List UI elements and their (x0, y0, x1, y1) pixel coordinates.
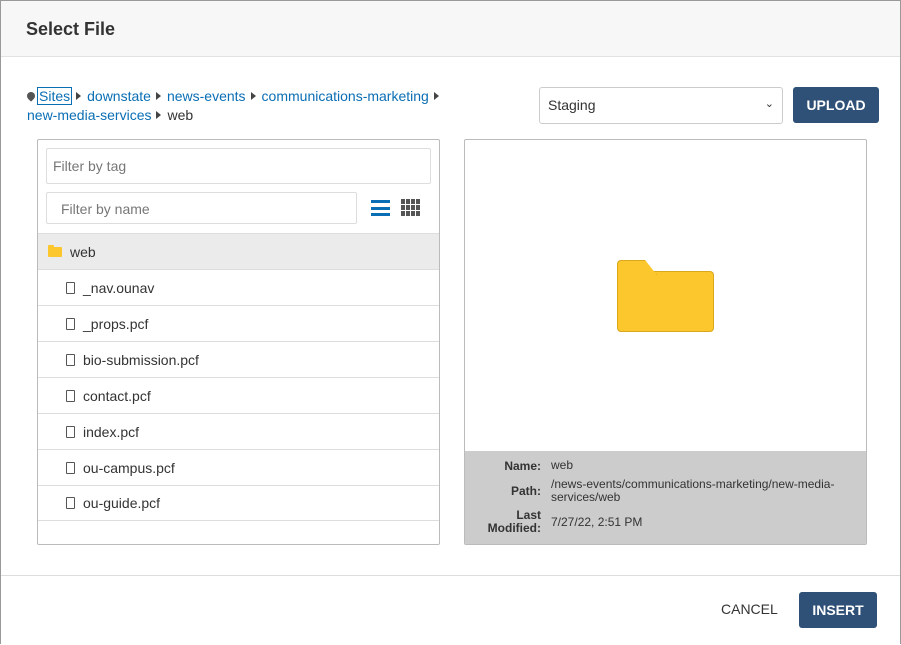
breadcrumb-downstate[interactable]: downstate (87, 88, 151, 104)
caret-right-icon (433, 92, 439, 100)
modified-value: 7/27/22, 2:51 PM (551, 514, 643, 529)
name-label: Name: (504, 459, 541, 473)
list-item-label: index.pcf (83, 423, 140, 440)
filter-by-name-input[interactable]: Filter by name (46, 192, 357, 224)
breadcrumb-sites[interactable]: Sites (36, 87, 73, 105)
list-item[interactable]: _props.pcf (38, 305, 439, 341)
filter-by-tag-input[interactable]: Filter by tag (46, 148, 431, 184)
file-browser-panel: Filter by tag Filter by name web _nav.ou… (37, 139, 440, 545)
insert-button[interactable]: INSERT (799, 592, 877, 628)
file-icon (66, 317, 75, 330)
environment-select[interactable]: Staging ⌄ (539, 87, 783, 124)
list-item-folder[interactable]: web (38, 233, 439, 269)
list-item[interactable]: _nav.ounav (38, 269, 439, 305)
caret-right-icon (155, 92, 161, 100)
map-pin-icon (25, 90, 37, 102)
file-icon (66, 281, 75, 294)
caret-right-icon (250, 92, 256, 100)
caret-right-icon (156, 111, 162, 119)
upload-button[interactable]: UPLOAD (793, 87, 879, 123)
path-value: /news-events/communications-marketing/ne… (551, 477, 835, 504)
preview-panel: Name: web Path: /news-events/communication… (464, 139, 867, 545)
list-item-label: _nav.ounav (83, 279, 155, 296)
list-view-icon[interactable] (371, 200, 390, 216)
list-item[interactable]: contact.pcf (38, 377, 439, 413)
list-item[interactable]: ou-guide.pcf (38, 485, 439, 521)
path-label: Path: (511, 484, 541, 498)
list-item-label: ou-campus.pcf (83, 459, 175, 476)
list-item[interactable]: ou-campus.pcf (38, 449, 439, 485)
file-icon (66, 461, 75, 474)
environment-selected-value: Staging (548, 97, 596, 113)
file-icon (66, 425, 75, 438)
chevron-down-icon: ⌄ (764, 98, 774, 110)
breadcrumb-news-events[interactable]: news-events (167, 88, 246, 104)
folder-preview-icon (617, 271, 714, 332)
cancel-button[interactable]: CANCEL (721, 601, 778, 617)
list-item-label: contact.pcf (83, 387, 151, 404)
file-details: Name: web Path: /news-events/communication… (465, 451, 866, 544)
grid-view-icon[interactable] (401, 199, 420, 216)
breadcrumb-communications-marketing[interactable]: communications-marketing (262, 88, 429, 104)
breadcrumb-new-media-services[interactable]: new-media-services (27, 107, 151, 123)
list-item-label: web (70, 243, 96, 260)
caret-right-icon (76, 92, 82, 100)
list-item[interactable]: index.pcf (38, 413, 439, 449)
folder-icon (48, 244, 62, 257)
file-icon (66, 497, 75, 509)
list-item-label: bio-submission.pcf (83, 351, 199, 368)
modified-label: Last Modified: (487, 508, 541, 535)
list-item[interactable]: bio-submission.pcf (38, 341, 439, 377)
file-icon (66, 353, 75, 366)
file-list: web _nav.ounav _props.pcf bio-submission… (38, 233, 439, 521)
breadcrumb: Sites downstate news-events communications-… (25, 87, 477, 125)
list-item-label: ou-guide.pcf (83, 495, 161, 511)
file-icon (66, 389, 75, 402)
dialog-title: Select File (1, 1, 900, 57)
select-file-dialog: Select File Sites downstate news-events com… (0, 0, 901, 645)
list-item-label: _props.pcf (83, 315, 149, 332)
name-value: web (551, 458, 574, 472)
breadcrumb-current: web (167, 107, 194, 123)
